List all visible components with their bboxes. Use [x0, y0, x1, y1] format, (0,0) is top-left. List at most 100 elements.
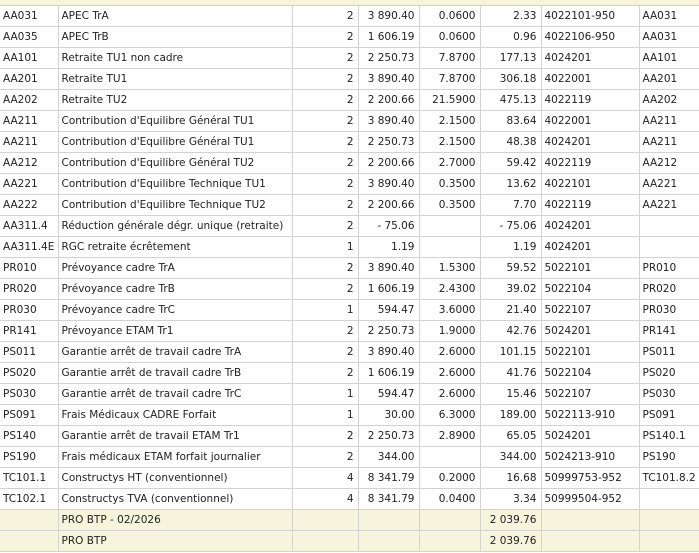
cell-count: 2 [292, 362, 359, 384]
cell-amount: 59.42 [480, 152, 542, 174]
cell-code: AA201 [0, 68, 59, 90]
table-row[interactable]: PS020 Garantie arrêt de travail cadre TrB… [0, 362, 699, 384]
cell-count: 2 [292, 425, 359, 447]
table-row[interactable]: PR020 Prévoyance cadre TrB 2 1 606.19 2.4300… [0, 278, 699, 300]
cell-code: PS140 [0, 425, 59, 447]
cell-rate: 2.4300 [419, 278, 481, 300]
cell-amount: 16.68 [480, 467, 542, 489]
cell-code: AA031 [0, 6, 59, 27]
cell-count: 2 [292, 26, 359, 48]
table-row[interactable]: PS011 Garantie arrêt de travail cadre TrA… [0, 341, 699, 363]
cell-code: AA212 [0, 152, 59, 174]
cell-base: 2 250.73 [358, 131, 420, 153]
cell-rate [419, 236, 481, 258]
empty-cell [639, 509, 699, 531]
table-row[interactable]: TC101.1 Constructys HT (conventionnel) 4 8 … [0, 467, 699, 489]
table-row[interactable]: PR141 Prévoyance ETAM Tr1 2 2 250.73 1.9000 4… [0, 320, 699, 342]
cell-count: 2 [292, 173, 359, 195]
cell-account: 4022106-950 [541, 26, 640, 48]
cell-label: Garantie arrêt de travail cadre TrA [58, 341, 293, 363]
cell-code: PS011 [0, 341, 59, 363]
cell-rate: 0.0600 [419, 26, 481, 48]
table-row[interactable]: PS190 Frais médicaux ETAM forfait journal… [0, 446, 699, 468]
cell-base: 2 200.66 [358, 194, 420, 216]
cell-ref: PR020 [639, 278, 699, 300]
cell-code: TC102.1 [0, 488, 59, 510]
cell-count: 2 [292, 152, 359, 174]
table-row[interactable]: AA212 Contribution d'Equilibre Général TU… [0, 152, 699, 174]
cell-count: 1 [292, 299, 359, 321]
cell-account: 5022101 [541, 341, 640, 363]
cell-ref: PS020 [639, 362, 699, 384]
cell-base: 8 341.79 [358, 467, 420, 489]
cell-base: 594.47 [358, 299, 420, 321]
cell-ref [639, 488, 699, 510]
cell-label: Frais médicaux ETAM forfait journalier [58, 446, 293, 468]
cell-code: PS020 [0, 362, 59, 384]
table-row[interactable]: AA221 Contribution d'Equilibre Technique … [0, 173, 699, 195]
table-row[interactable]: AA311.4 Réduction générale dégr. unique (… [0, 215, 699, 237]
cell-count: 1 [292, 383, 359, 405]
cell-ref: TC101.8.2 [639, 467, 699, 489]
cell-label: Garantie arrêt de travail cadre TrB [58, 362, 293, 384]
cell-code: AA311.4E [0, 236, 59, 258]
empty-cell [0, 509, 59, 531]
cell-account: 4022101 [541, 173, 640, 195]
cell-amount: 2.33 [480, 6, 542, 27]
table-row[interactable]: PR030 Prévoyance cadre TrC 1 594.47 3.6000 21… [0, 299, 699, 321]
table-row[interactable]: AA035 APEC TrB 2 1 606.19 0.0600 0.96 4022106-… [0, 26, 699, 48]
cell-label: Prévoyance cadre TrC [58, 299, 293, 321]
cell-rate: 1.5300 [419, 257, 481, 279]
cell-ref: PS190 [639, 446, 699, 468]
cell-code: AA202 [0, 89, 59, 111]
table-row[interactable]: AA201 Retraite TU1 2 3 890.40 7.8700 306.18 40… [0, 68, 699, 90]
table-row[interactable]: AA311.4E RGC retraite écrêtement 1 1.19 1.19… [0, 236, 699, 258]
cell-rate: 7.8700 [419, 68, 481, 90]
cell-rate: 0.3500 [419, 194, 481, 216]
cell-base: 2 250.73 [358, 47, 420, 69]
table-row[interactable]: TC102.1 Constructys TVA (conventionnel) 4 8… [0, 488, 699, 510]
cell-base: 344.00 [358, 446, 420, 468]
cell-account: 4022001 [541, 68, 640, 90]
cell-amount: 21.40 [480, 299, 542, 321]
empty-cell [541, 509, 640, 531]
total-amount: 2 039.76 [480, 530, 542, 552]
cell-count: 2 [292, 131, 359, 153]
cell-amount: 15.46 [480, 383, 542, 405]
cell-ref: AA221 [639, 194, 699, 216]
cell-ref: AA101 [639, 47, 699, 69]
cell-count: 2 [292, 278, 359, 300]
cell-base: 3 890.40 [358, 173, 420, 195]
table-row[interactable]: AA031 APEC TrA 2 3 890.40 0.0600 2.33 4022101-… [0, 6, 699, 27]
cell-ref [639, 215, 699, 237]
table-row[interactable]: AA211 Contribution d'Equilibre Général TU… [0, 110, 699, 132]
cell-amount: 48.38 [480, 131, 542, 153]
table-row[interactable]: PS091 Frais Médicaux CADRE Forfait 1 30.00 6… [0, 404, 699, 426]
table-row[interactable]: PS140 Garantie arrêt de travail ETAM Tr1 2… [0, 425, 699, 447]
table-row[interactable]: PS030 Garantie arrêt de travail cadre TrC… [0, 383, 699, 405]
cell-account: 50999504-952 [541, 488, 640, 510]
cell-base: 1 606.19 [358, 278, 420, 300]
cell-account: 4022119 [541, 194, 640, 216]
table-row[interactable]: AA202 Retraite TU2 2 2 200.66 21.5900 475.13 4… [0, 89, 699, 111]
cell-base: 594.47 [358, 383, 420, 405]
table-row[interactable]: AA211 Contribution d'Equilibre Général TU… [0, 131, 699, 153]
cell-count: 2 [292, 110, 359, 132]
cell-label: Frais Médicaux CADRE Forfait [58, 404, 293, 426]
cell-code: AA311.4 [0, 215, 59, 237]
cell-rate: 2.6000 [419, 383, 481, 405]
cell-amount: 42.76 [480, 320, 542, 342]
table-row[interactable]: AA101 Retraite TU1 non cadre 2 2 250.73 7.87… [0, 47, 699, 69]
table-row[interactable]: PR010 Prévoyance cadre TrA 2 3 890.40 1.5300… [0, 257, 699, 279]
cell-count: 2 [292, 257, 359, 279]
cell-base: 8 341.79 [358, 488, 420, 510]
cell-label: APEC TrA [58, 6, 293, 27]
cell-rate: 7.8700 [419, 47, 481, 69]
cell-ref: PS030 [639, 383, 699, 405]
cell-code: AA221 [0, 173, 59, 195]
table-row[interactable]: AA222 Contribution d'Equilibre Technique … [0, 194, 699, 216]
cell-rate: 0.2000 [419, 467, 481, 489]
cell-account: 5022113-910 [541, 404, 640, 426]
cell-ref: AA211 [639, 131, 699, 153]
cell-rate: 2.7000 [419, 152, 481, 174]
